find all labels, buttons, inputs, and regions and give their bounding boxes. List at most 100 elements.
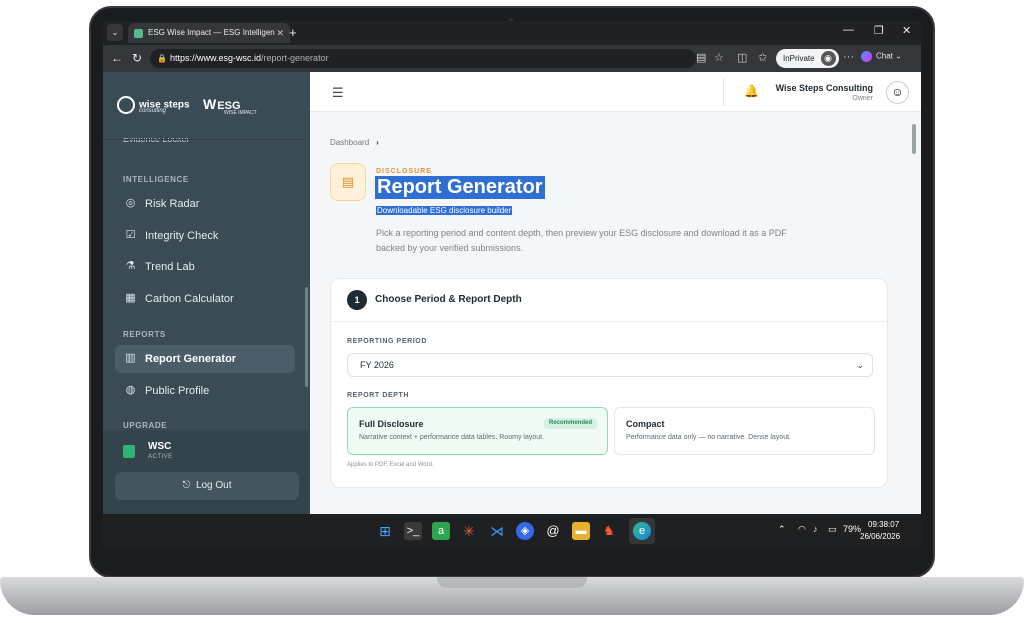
sidebar-item-label: Carbon Calculator (145, 293, 234, 305)
logout-icon: ⎋ (182, 480, 191, 491)
chevron-right-icon: › (376, 138, 379, 147)
sidebar-item-integrity-check[interactable]: ☑ Integrity Check (115, 222, 295, 250)
threads-icon[interactable]: @ (544, 522, 562, 540)
sidebar-item-report-generator[interactable]: ▥ Report Generator (115, 345, 295, 373)
favorite-star-icon[interactable]: ☆ (714, 51, 724, 64)
app-a-icon[interactable]: a (432, 522, 450, 540)
edge-browser-icon[interactable]: e (633, 522, 651, 540)
tray-chevron-up-icon[interactable]: ⌃ (778, 524, 786, 535)
close-window-icon[interactable]: ✕ (902, 24, 911, 37)
tab-actions-chevron-icon[interactable]: ⌄ (107, 24, 123, 41)
terminal-icon[interactable]: >_ (404, 522, 422, 540)
sidebar-item-label: Integrity Check (145, 230, 219, 242)
file-explorer-icon[interactable]: ▬ (572, 522, 590, 540)
screen: ⌄ ESG Wise Impact — ESG Intelligen ✕ + —… (103, 21, 921, 548)
sidebar-item-label: Report Generator (145, 353, 237, 365)
page-eyebrow: DISCLOSURE (376, 168, 432, 175)
option-compact[interactable]: Compact Performance data only — no narra… (614, 407, 875, 455)
reader-view-icon[interactable]: ▤ (696, 51, 706, 64)
url-host: https://www.esg-wsc.id (170, 53, 262, 63)
inprivate-badge[interactable]: InPrivate ◉ (776, 49, 839, 68)
laptop-mockup: ⌄ ESG Wise Impact — ESG Intelligen ✕ + —… (0, 0, 1024, 623)
option-title: Compact (626, 419, 665, 429)
sidebar-divider (103, 139, 303, 140)
sidebar-item-label: Trend Lab (145, 261, 195, 273)
vscode-icon[interactable]: ⋊ (488, 522, 506, 540)
collapse-menu-icon[interactable]: ☰ (332, 85, 344, 101)
option-desc: Performance data only — no narrative. De… (626, 434, 791, 441)
inprivate-label: InPrivate (783, 54, 815, 63)
chevron-down-icon: ⌄ (895, 51, 902, 61)
reporting-period-label: REPORTING PERIOD (347, 338, 427, 345)
url-path: /report-generator (261, 53, 329, 63)
reporting-period-select[interactable]: FY 2026 ⌄ (347, 353, 873, 377)
favorites-icon[interactable]: ✩ (758, 51, 767, 64)
windows-start-icon[interactable]: ⊞ (376, 522, 394, 540)
user-name[interactable]: Wise Steps Consulting (776, 83, 873, 93)
compass-app-icon[interactable]: ◈ (516, 522, 534, 540)
minimize-icon[interactable]: — (843, 24, 854, 36)
asterisk-app-icon[interactable]: ✳ (460, 522, 478, 540)
logout-button[interactable]: ⎋ Log Out (115, 472, 299, 500)
bar-chart-icon: ▥ (125, 352, 136, 364)
tab-bar: ⌄ ESG Wise Impact — ESG Intelligen ✕ + —… (103, 21, 921, 45)
avatar[interactable]: ☺ (886, 81, 909, 104)
flask-icon: ⚗ (125, 260, 136, 272)
laptop-notch (437, 577, 587, 588)
page-description: Pick a reporting period and content dept… (376, 228, 787, 253)
globe-icon: ◍ (125, 384, 136, 396)
recommended-badge: Recommended (543, 418, 597, 429)
org-name: WSC (148, 441, 172, 452)
url-field[interactable]: 🔒 https://www.esg-wsc.id/report-generato… (150, 49, 696, 68)
page-title: Report Generator (375, 176, 545, 199)
gear-logo-icon (117, 96, 135, 114)
main-content: Dashboard › ▤ DISCLOSURE Report Generator… (310, 112, 921, 514)
brand-right-sub: WISE IMPACT (224, 110, 257, 116)
breadcrumb: Dashboard › (330, 138, 379, 147)
lock-icon: 🔒 (157, 54, 167, 63)
copilot-chat-button[interactable]: Chat ⌄ (861, 51, 902, 62)
battery-icon[interactable]: ▭ (828, 524, 837, 535)
sidebar-item-trend-lab[interactable]: ⚗ Trend Lab (115, 253, 295, 281)
sidebar-item-risk-radar[interactable]: ◎ Risk Radar (115, 190, 295, 218)
option-full-disclosure[interactable]: Full Disclosure Recommended Narrative co… (347, 407, 608, 455)
chat-label: Chat (876, 51, 893, 61)
section-upgrade: UPGRADE (123, 421, 168, 430)
step-title: Choose Period & Report Depth (375, 294, 522, 305)
sidebar: wise steps consulting W ESG WISE IMPACT … (103, 72, 310, 514)
split-screen-icon[interactable]: ◫ (737, 51, 747, 64)
sidebar-item-carbon-calculator[interactable]: ▦ Carbon Calculator (115, 285, 295, 313)
card-divider (331, 321, 887, 322)
logout-label: Log Out (195, 480, 232, 491)
section-intelligence: INTELLIGENCE (123, 175, 189, 184)
clock-time[interactable]: 09:38:07 (868, 520, 899, 529)
radar-icon: ◎ (125, 197, 136, 209)
checklist-icon: ☑ (125, 229, 136, 241)
sidebar-footer: WSC ACTIVE ⎋ Log Out (103, 430, 310, 514)
tab-close-icon[interactable]: ✕ (276, 23, 284, 43)
brand-left-sub: consulting (139, 108, 167, 114)
wifi-icon[interactable]: ◠ (798, 524, 806, 535)
restore-icon[interactable]: ❐ (874, 24, 884, 37)
bell-icon[interactable]: 🔔 (744, 84, 759, 98)
new-tab-plus-icon[interactable]: + (289, 23, 297, 43)
header-divider (723, 78, 724, 106)
chevron-down-icon: ⌄ (856, 360, 864, 370)
calculator-icon: ▦ (125, 292, 136, 304)
taskbar: ⊞ >_ a ✳ ⋊ ◈ @ ▬ ♞ e ⌃ ◠ ♪ ▭ 79% 09:38:0… (103, 514, 921, 548)
back-arrow-icon[interactable]: ← (111, 51, 123, 65)
volume-icon[interactable]: ♪ (813, 524, 818, 534)
browser-tab[interactable]: ESG Wise Impact — ESG Intelligen ✕ (128, 23, 290, 43)
profile-avatar-icon: ◉ (820, 51, 836, 66)
sidebar-scrollbar[interactable] (305, 287, 308, 387)
more-dots-icon[interactable]: ··· (843, 51, 854, 63)
sidebar-item-public-profile[interactable]: ◍ Public Profile (115, 377, 295, 405)
main-scrollbar[interactable] (912, 124, 916, 154)
section-reports: REPORTS (123, 330, 166, 339)
refresh-icon[interactable]: ↻ (132, 51, 142, 65)
brave-icon[interactable]: ♞ (600, 522, 618, 540)
step-number-badge: 1 (347, 290, 367, 310)
clock-date[interactable]: 26/06/2026 (860, 532, 900, 541)
address-bar-row: ← ↻ 🔒 https://www.esg-wsc.id/report-gene… (103, 45, 921, 72)
breadcrumb-dashboard[interactable]: Dashboard (330, 138, 369, 147)
